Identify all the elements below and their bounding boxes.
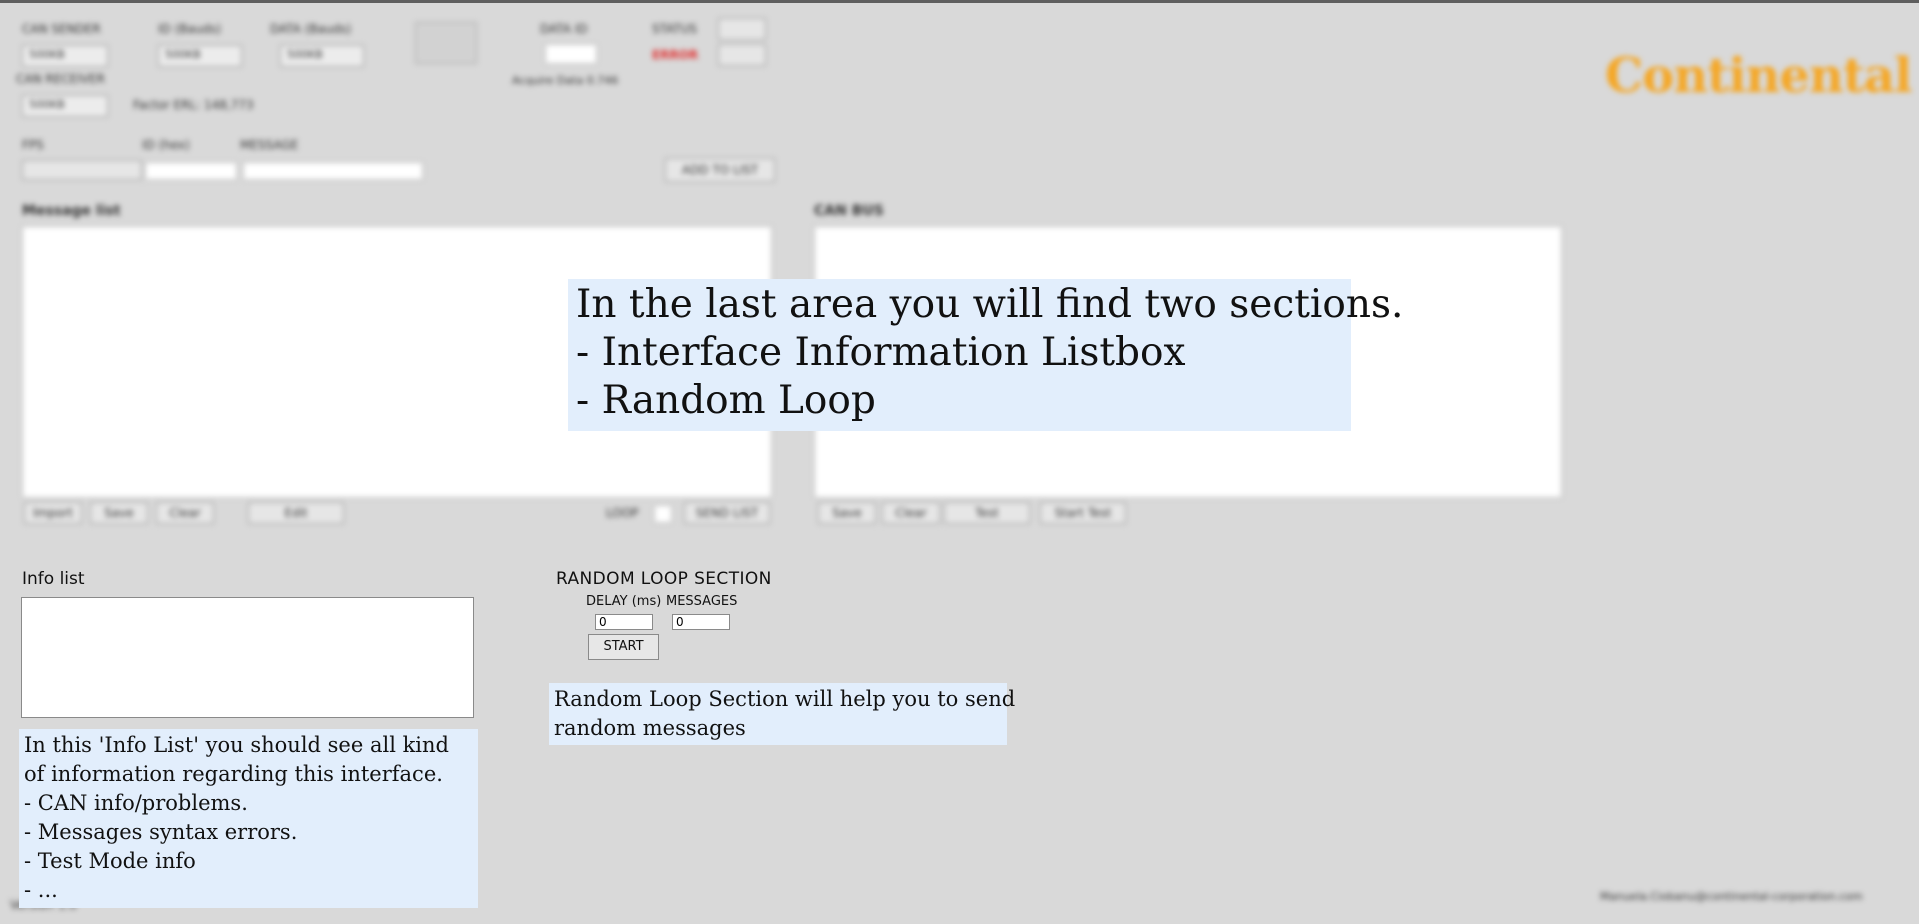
messages-input[interactable] — [672, 614, 730, 630]
id-hex-label: ID (hex) — [142, 138, 190, 152]
start-test-button[interactable]: Start Test — [1040, 502, 1126, 524]
can-sender-select[interactable]: 500KB — [22, 45, 108, 67]
loop-label: LOOP — [606, 506, 639, 520]
note-main-line: - Random Loop — [576, 378, 876, 423]
message-input[interactable] — [243, 162, 423, 180]
add-to-list-button[interactable]: ADD TO LIST — [665, 158, 775, 182]
note-info-line: - CAN info/problems. — [24, 791, 248, 815]
data-bauds-select[interactable]: 500KB — [280, 45, 364, 67]
status-label: STATUS — [652, 22, 698, 36]
note-random-line: random messages — [554, 716, 746, 740]
status-button-top[interactable] — [718, 18, 766, 40]
can-clear-button[interactable]: Clear — [882, 502, 940, 524]
edit-dropdown[interactable]: Edit — [248, 502, 344, 524]
start-button[interactable]: START — [588, 634, 659, 660]
note-main-line: - Interface Information Listbox — [576, 330, 1186, 375]
fps-checkboxes[interactable] — [22, 160, 142, 180]
tutorial-note-random-loop: Random Loop Section will help you to sen… — [549, 683, 1016, 745]
info-list-title: Info list — [22, 569, 85, 589]
note-main-line: In the last area you will find two secti… — [576, 282, 1404, 327]
messages-label: MESSAGES — [666, 594, 738, 609]
note-info-line: - Messages syntax errors. — [24, 820, 298, 844]
can-save-button[interactable]: Save — [818, 502, 876, 524]
note-info-line: of information regarding this interface. — [24, 762, 443, 786]
note-info-line: - ... — [24, 878, 58, 902]
clear-button[interactable]: Clear — [156, 502, 214, 524]
id-hex-input[interactable] — [145, 162, 237, 180]
status-button-bottom[interactable] — [718, 44, 766, 66]
footer-email: Manuela.Ciobanu@continental-corporation.… — [1600, 890, 1863, 903]
can-receiver-label: CAN RECEIVER — [16, 72, 105, 86]
tutorial-note-info-list: In this 'Info List' you should see all k… — [19, 729, 478, 908]
data-bauds-label: DATA (Bauds) — [270, 22, 352, 36]
info-listbox[interactable] — [21, 597, 474, 718]
data-id-field[interactable] — [545, 44, 597, 64]
random-loop-title: RANDOM LOOP SECTION — [556, 569, 772, 589]
import-button[interactable]: Import — [24, 502, 82, 524]
continental-logo: Continental — [1605, 48, 1912, 104]
message-label: MESSAGE — [240, 138, 299, 152]
send-list-button[interactable]: SEND LIST — [684, 502, 770, 524]
loop-checkbox[interactable] — [654, 505, 672, 523]
delay-input[interactable] — [595, 614, 653, 630]
acquire-text: Acquire Data 0.746 — [512, 74, 619, 87]
note-info-line: - Test Mode info — [24, 849, 196, 873]
save-button[interactable]: Save — [90, 502, 148, 524]
delay-label: DELAY (ms) — [586, 594, 662, 609]
fps-label: FPS — [22, 138, 44, 152]
message-list-title: Message list — [22, 203, 121, 219]
tutorial-note-main: In the last area you will find two secti… — [568, 279, 1404, 431]
can-receiver-select[interactable]: 500KB — [22, 95, 108, 117]
note-random-line: Random Loop Section will help you to sen… — [554, 687, 1016, 711]
note-info-line: In this 'Info List' you should see all k… — [24, 733, 449, 757]
can-sender-label: CAN SENDER — [22, 22, 101, 36]
factor-text: Factor ERL: 148,773 — [133, 98, 254, 112]
id-bauds-label: ID (Bauds) — [158, 22, 222, 36]
data-id-label: DATA ID — [540, 22, 588, 36]
test-dropdown[interactable]: Test — [944, 502, 1030, 524]
status-value: ERROR — [652, 48, 699, 62]
connector-icon — [415, 22, 477, 64]
can-bus-title: CAN BUS — [814, 203, 884, 219]
id-bauds-select[interactable]: 500KB — [158, 45, 242, 67]
